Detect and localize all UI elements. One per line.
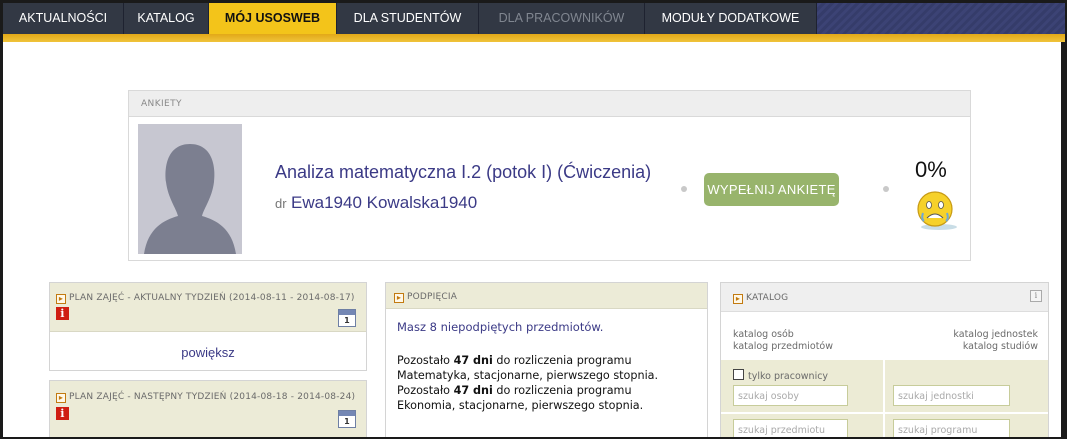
tab-moduly-dodatkowe[interactable]: MODUŁY DODATKOWE <box>645 3 817 34</box>
main-nav: AKTUALNOŚCI KATALOG MÓJ USOSWEB DLA STUD… <box>3 3 1065 39</box>
tab-aktualnosci[interactable]: AKTUALNOŚCI <box>3 3 124 34</box>
catalog-units-link[interactable]: katalog jednostek <box>953 329 1038 340</box>
schedule-current-title: PLAN ZAJĘĆ - AKTUALNY TYDZIEŃ (2014-08-1… <box>69 293 355 303</box>
survey-subject-link[interactable]: Analiza matematyczna I.2 (potok I) (Ćwic… <box>275 162 651 183</box>
separator-dot <box>681 186 687 192</box>
enlarge-link[interactable]: powiększ <box>50 345 366 360</box>
tab-dla-pracownikow: DLA PRACOWNIKÓW <box>479 3 645 34</box>
info-icon[interactable]: i <box>56 307 69 320</box>
avatar <box>138 124 242 254</box>
unpinned-subjects-line: Masz 8 niepodpiętych przedmiotów. <box>397 320 604 334</box>
schedule-next-title: PLAN ZAJĘĆ - NASTĘPNY TYDZIEŃ (2014-08-1… <box>69 392 356 402</box>
program-deadlines: Pozostało 47 dni do rozliczenia programu… <box>397 353 658 413</box>
tab-dla-studentow[interactable]: DLA STUDENTÓW <box>337 3 479 34</box>
pinning-header: ▸ PODPIĘCIA <box>386 283 707 309</box>
info-icon[interactable]: i <box>56 407 69 420</box>
schedule-current-panel: ▸ PLAN ZAJĘĆ - AKTUALNY TYDZIEŃ (2014-08-… <box>49 282 367 371</box>
toggle-arrow-icon[interactable]: ▸ <box>733 294 743 304</box>
search-unit-input[interactable]: szukaj jednostki <box>893 385 1010 406</box>
catalog-header: ▸ KATALOG i <box>721 283 1048 312</box>
catalog-persons-link[interactable]: katalog osób <box>733 329 794 340</box>
teacher-title: dr <box>275 196 287 211</box>
pinning-panel: ▸ PODPIĘCIA Masz 8 niepodpiętych przedmio… <box>385 282 708 437</box>
program-name: Ekonomia, stacjonarne, pierwszego stopni… <box>397 399 644 412</box>
staff-only-checkbox-row: tylko pracownicy <box>733 369 828 382</box>
toggle-arrow-icon[interactable]: ▸ <box>394 293 404 303</box>
program-name: Matematyka, stacjonarne, pierwszego stop… <box>397 369 659 382</box>
catalog-title: KATALOG <box>746 293 789 303</box>
schedule-current-header: ▸ PLAN ZAJĘĆ - AKTUALNY TYDZIEŃ (2014-08-… <box>50 283 366 332</box>
pinning-title: PODPIĘCIA <box>407 292 458 302</box>
calendar-icon[interactable]: 1 <box>338 410 356 428</box>
search-subject-input[interactable]: szukaj przedmiotu <box>733 419 848 437</box>
survey-teacher: dr Ewa1940 Kowalska1940 <box>275 193 477 213</box>
sad-smiley-icon <box>911 187 959 231</box>
catalog-studies-link[interactable]: katalog studiów <box>963 341 1038 352</box>
toggle-arrow-icon[interactable]: ▸ <box>56 393 66 403</box>
window-edge <box>1061 42 1065 437</box>
teacher-name-link[interactable]: Ewa1940 Kowalska1940 <box>291 193 477 212</box>
unpinned-subjects-link[interactable]: Masz 8 niepodpiętych przedmiotów <box>397 320 600 334</box>
schedule-next-header: ▸ PLAN ZAJĘĆ - NASTĘPNY TYDZIEŃ (2014-08-… <box>50 381 366 437</box>
catalog-subjects-link[interactable]: katalog przedmiotów <box>733 341 833 352</box>
staff-only-checkbox[interactable] <box>733 369 744 380</box>
calendar-icon[interactable]: 1 <box>338 309 356 327</box>
divider <box>721 412 1048 414</box>
nav-underline-bar <box>3 34 1065 42</box>
schedule-next-panel: ▸ PLAN ZAJĘĆ - NASTĘPNY TYDZIEŃ (2014-08-… <box>49 380 367 437</box>
catalog-panel: ▸ KATALOG i katalog osób katalog jednoste… <box>720 282 1049 437</box>
page-content: ANKIETY Analiza matematyczna I.2 (potok … <box>3 42 1065 437</box>
survey-header: ANKIETY <box>129 91 970 117</box>
toggle-arrow-icon[interactable]: ▸ <box>56 294 66 304</box>
tab-moj-usosweb[interactable]: MÓJ USOSWEB <box>209 3 337 39</box>
info-icon[interactable]: i <box>1030 290 1042 302</box>
deadline-line: Pozostało 47 dni do rozliczenia programu <box>397 354 632 367</box>
survey-box: ANKIETY Analiza matematyczna I.2 (potok … <box>128 90 971 261</box>
fill-survey-button[interactable]: WYPEŁNIJ ANKIETĘ <box>704 173 839 206</box>
survey-progress-percent: 0% <box>915 157 947 182</box>
deadline-line: Pozostało 47 dni do rozliczenia programu <box>397 384 632 397</box>
search-program-input[interactable]: szukaj programu <box>893 419 1010 437</box>
staff-only-label: tylko pracownicy <box>748 371 829 382</box>
search-person-input[interactable]: szukaj osoby <box>733 385 848 406</box>
separator-dot <box>883 186 889 192</box>
tab-katalog[interactable]: KATALOG <box>124 3 209 34</box>
